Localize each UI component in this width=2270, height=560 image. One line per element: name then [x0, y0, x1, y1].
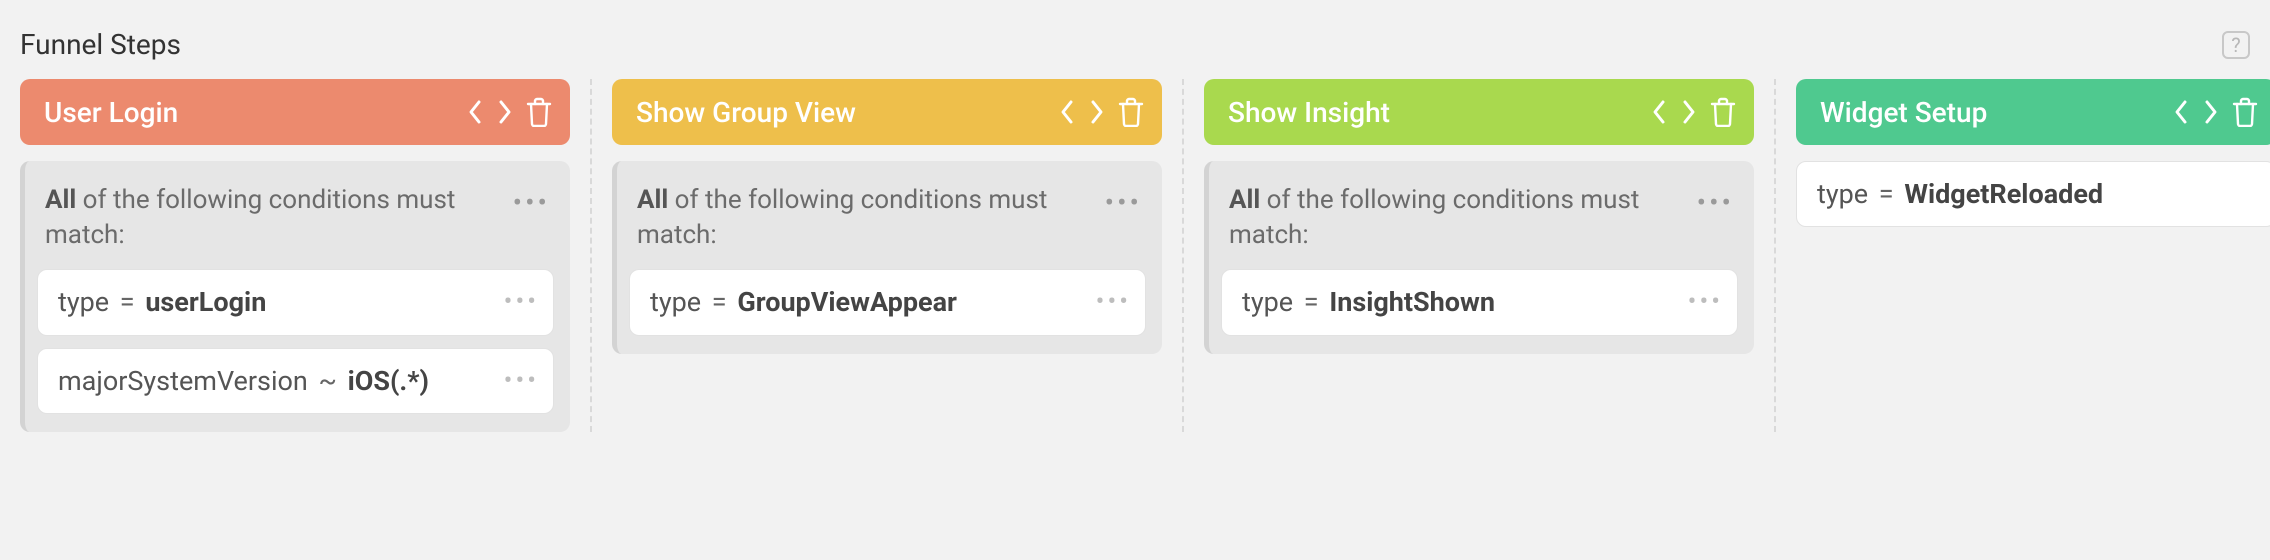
condition-expression: type = GroupViewAppear	[650, 284, 957, 320]
trash-icon[interactable]	[2232, 97, 2258, 127]
step-header: Show Insight	[1204, 79, 1754, 145]
step-divider	[1162, 79, 1204, 432]
trash-icon[interactable]	[526, 97, 552, 127]
step-header: User Login	[20, 79, 570, 145]
step-divider	[1754, 79, 1796, 432]
chevron-left-icon[interactable]	[466, 98, 484, 126]
condition-summary: All of the following conditions must mat…	[1221, 179, 1738, 269]
more-icon[interactable]: •••	[513, 183, 550, 217]
trash-icon[interactable]	[1118, 97, 1144, 127]
funnel-step: Show Insight All of the following conditi…	[1204, 79, 1754, 432]
condition-summary-text: All of the following conditions must mat…	[637, 183, 1093, 253]
trash-icon[interactable]	[1710, 97, 1736, 127]
condition-block: All of the following conditions must mat…	[612, 161, 1162, 354]
step-header-actions	[1058, 97, 1144, 127]
step-title: User Login	[44, 96, 178, 129]
funnel-step: Show Group View All of the following cond…	[612, 79, 1162, 432]
condition-summary-text: All of the following conditions must mat…	[1229, 183, 1685, 253]
more-icon[interactable]: •••	[1678, 287, 1723, 317]
chevron-left-icon[interactable]	[2172, 98, 2190, 126]
step-header: Show Group View	[612, 79, 1162, 145]
condition-summary: All of the following conditions must mat…	[37, 179, 554, 269]
condition-item[interactable]: majorSystemVersion ~ iOS(.*) •••	[37, 348, 554, 414]
more-icon[interactable]: •••	[494, 287, 539, 317]
help-icon[interactable]: ?	[2222, 31, 2250, 59]
condition-expression: type = userLogin	[58, 284, 266, 320]
step-header: Widget Setup	[1796, 79, 2270, 145]
step-divider	[570, 79, 612, 432]
chevron-left-icon[interactable]	[1058, 98, 1076, 126]
condition-block: All of the following conditions must mat…	[20, 161, 570, 432]
condition-expression: majorSystemVersion ~ iOS(.*)	[58, 363, 429, 399]
condition-expression: type = WidgetReloaded	[1817, 176, 2103, 212]
condition-block: All of the following conditions must mat…	[1204, 161, 1754, 354]
step-title: Show Group View	[636, 96, 856, 129]
step-header-actions	[2172, 97, 2258, 127]
condition-list: type = userLogin•••majorSystemVersion ~ …	[37, 269, 554, 414]
chevron-right-icon[interactable]	[1088, 98, 1106, 126]
step-title: Show Insight	[1228, 96, 1390, 129]
condition-list: type = InsightShown •••	[1221, 269, 1738, 335]
condition-item[interactable]: type = InsightShown •••	[1221, 269, 1738, 335]
condition-expression: type = InsightShown	[1242, 284, 1495, 320]
condition-list: type = GroupViewAppear •••	[629, 269, 1146, 335]
funnel-step: User Login All of the following condition…	[20, 79, 570, 432]
step-header-actions	[466, 97, 552, 127]
more-icon[interactable]: •••	[1697, 183, 1734, 217]
chevron-right-icon[interactable]	[496, 98, 514, 126]
chevron-left-icon[interactable]	[1650, 98, 1668, 126]
condition-summary: All of the following conditions must mat…	[629, 179, 1146, 269]
funnel-step: Widget Setup type = WidgetReloaded	[1796, 79, 2270, 432]
condition-item[interactable]: type = GroupViewAppear •••	[629, 269, 1146, 335]
condition-item[interactable]: type = WidgetReloaded	[1796, 161, 2270, 227]
more-icon[interactable]: •••	[1086, 287, 1131, 317]
condition-summary-text: All of the following conditions must mat…	[45, 183, 501, 253]
more-icon[interactable]: •••	[1105, 183, 1142, 217]
step-header-actions	[1650, 97, 1736, 127]
chevron-right-icon[interactable]	[1680, 98, 1698, 126]
step-title: Widget Setup	[1820, 96, 1987, 129]
chevron-right-icon[interactable]	[2202, 98, 2220, 126]
condition-item[interactable]: type = userLogin •••	[37, 269, 554, 335]
more-icon[interactable]: •••	[494, 366, 539, 396]
section-title: Funnel Steps	[20, 28, 181, 61]
